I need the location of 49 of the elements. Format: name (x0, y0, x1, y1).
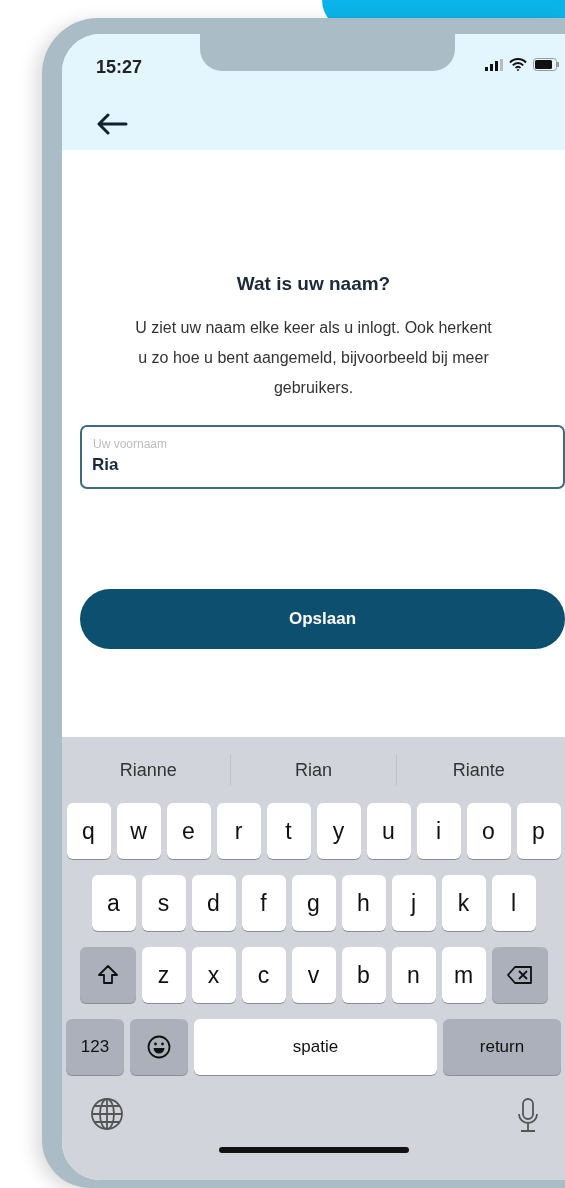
battery-icon (533, 58, 559, 71)
microphone-icon[interactable] (517, 1097, 539, 1133)
page-title: Wat is uw naam? (235, 272, 392, 296)
key[interactable]: r (216, 803, 261, 859)
emoji-key[interactable] (130, 1019, 188, 1075)
suggestion[interactable]: Rian (231, 756, 396, 784)
backspace-icon (506, 965, 533, 985)
key[interactable]: z (141, 947, 186, 1003)
key[interactable]: p (516, 803, 561, 859)
key[interactable]: w (116, 803, 161, 859)
key[interactable]: d (191, 875, 236, 931)
shift-icon (96, 964, 119, 986)
field-label: Uw voornaam (92, 435, 169, 453)
description-text: U ziet uw naam elke keer als u inlogt. Ook herkent u zo hoe u bent aangemeld, bijvoorbeeld bij meer gebruikers. (134, 317, 493, 398)
delete-key[interactable] (491, 947, 548, 1003)
key[interactable]: h (341, 875, 386, 931)
key[interactable]: c (241, 947, 286, 1003)
space-key[interactable]: spatie (194, 1019, 437, 1075)
back-icon[interactable] (96, 113, 128, 135)
emoji-icon (147, 1035, 171, 1059)
status-time: 15:27 (96, 56, 143, 79)
save-button[interactable]: Opslaan (80, 588, 565, 649)
key[interactable]: a (91, 875, 136, 931)
signal-icon (485, 58, 503, 71)
key[interactable]: k (441, 875, 486, 931)
suggestion[interactable]: Rianne (66, 756, 231, 784)
shift-key[interactable] (79, 947, 136, 1003)
key[interactable]: n (391, 947, 436, 1003)
return-key[interactable]: return (443, 1019, 561, 1075)
numbers-key[interactable]: 123 (66, 1019, 124, 1075)
key[interactable]: t (266, 803, 311, 859)
key[interactable]: s (141, 875, 186, 931)
wifi-icon (509, 58, 527, 71)
key[interactable]: m (441, 947, 486, 1003)
suggestion[interactable]: Riante (396, 756, 561, 784)
key[interactable]: i (416, 803, 461, 859)
key[interactable]: e (166, 803, 211, 859)
key[interactable]: g (291, 875, 336, 931)
key[interactable]: q (66, 803, 111, 859)
key[interactable]: f (241, 875, 286, 931)
key[interactable]: v (291, 947, 336, 1003)
key[interactable]: l (491, 875, 536, 931)
key[interactable]: y (316, 803, 361, 859)
key[interactable]: x (191, 947, 236, 1003)
key[interactable]: o (466, 803, 511, 859)
key[interactable]: b (341, 947, 386, 1003)
globe-icon[interactable] (90, 1097, 124, 1131)
key[interactable]: u (366, 803, 411, 859)
key[interactable]: j (391, 875, 436, 931)
